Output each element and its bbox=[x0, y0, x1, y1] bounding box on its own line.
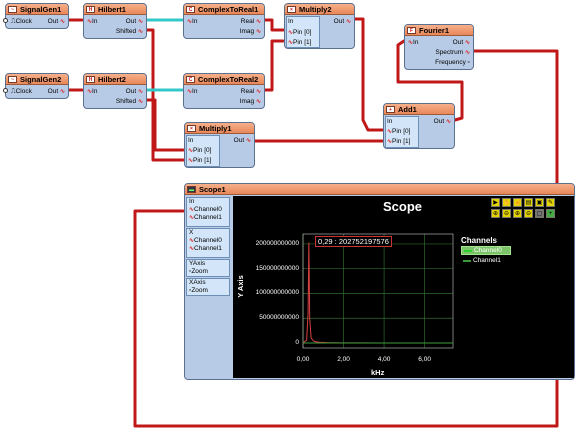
node-title: Add1 bbox=[398, 105, 417, 114]
shifted-label: Shifted ∿ bbox=[115, 98, 143, 105]
signal-icon: ~ bbox=[8, 6, 17, 13]
plot-frame bbox=[302, 233, 454, 349]
xaxis-input-group: XAxis ▫Zoom bbox=[186, 278, 230, 296]
node-title: Scope1 bbox=[199, 185, 226, 194]
pin0-label: ∿Pin [0] bbox=[387, 128, 411, 135]
scope-plot bbox=[302, 233, 454, 349]
in-label: In bbox=[387, 118, 393, 125]
filter-icon: C bbox=[186, 6, 195, 13]
x-tick-label: 6,00 bbox=[418, 356, 431, 363]
pin1-label: ∿Pin [1] bbox=[387, 138, 411, 145]
out-label: Out ∿ bbox=[233, 137, 251, 144]
in-label: ∿In bbox=[87, 88, 98, 95]
in-label: In bbox=[288, 18, 294, 25]
pin1-label: ∿Pin [1] bbox=[188, 157, 212, 164]
out-label: Out ∿ bbox=[125, 88, 143, 95]
yaxis-zoom-pin[interactable]: Zoom bbox=[191, 268, 208, 275]
clock-pin[interactable] bbox=[3, 18, 8, 23]
node-title: Fourier1 bbox=[419, 26, 450, 35]
filter-icon: C bbox=[186, 76, 195, 83]
cursor-readout: 0,29 : 202752197576 bbox=[315, 236, 392, 247]
fft-icon: F bbox=[407, 27, 416, 34]
out-label: Out ∿ bbox=[333, 18, 351, 25]
node-title: Multiply2 bbox=[299, 5, 332, 14]
y-tick-label: 200000000000 bbox=[255, 239, 299, 247]
y-tick-label: 100000000000 bbox=[255, 289, 299, 297]
node-title: Hilbert2 bbox=[98, 75, 126, 84]
x-tick-label: 2,00 bbox=[337, 356, 350, 363]
pin0-label: ∿Pin [0] bbox=[188, 147, 212, 154]
real-label: Real ∿ bbox=[240, 18, 261, 25]
clock-pin[interactable] bbox=[3, 88, 8, 93]
pin1-label: ∿Pin [1] bbox=[288, 39, 312, 46]
yaxis-input-group: YAxis ▫Zoom bbox=[186, 259, 230, 277]
x-channel1-pin[interactable]: Channel1 bbox=[194, 245, 222, 252]
node-title: Hilbert1 bbox=[98, 5, 126, 14]
node-title: SignalGen2 bbox=[20, 75, 62, 84]
channel0-pin[interactable]: Channel0 bbox=[194, 206, 222, 213]
y-tick-label: 0 bbox=[295, 339, 299, 347]
in-label: ∿In bbox=[187, 18, 198, 25]
in-label: In bbox=[188, 137, 194, 144]
hilbert1-node[interactable]: H Hilbert1 ∿In Out ∿ Shifted ∿ bbox=[83, 3, 147, 39]
x-channel0-pin[interactable]: Channel0 bbox=[194, 237, 222, 244]
multiply1-node[interactable]: × Multiply1 In ∿Pin [0] ∿Pin [1] Out ∿ bbox=[184, 122, 255, 168]
y-tick-label: 50000000000 bbox=[259, 314, 299, 322]
series-channel0 bbox=[302, 242, 454, 344]
fourier1-node[interactable]: F Fourier1 ∿In Out ∿ Spectrum ∿ Frequency… bbox=[404, 24, 474, 70]
out-label: Out ∿ bbox=[125, 18, 143, 25]
in-label: ∿In bbox=[187, 88, 198, 95]
signalgen1-node[interactable]: ~ SignalGen1 ⎍Clock Out ∿ bbox=[3, 3, 69, 29]
scope-icon: ▬ bbox=[187, 186, 196, 193]
channel1-pin[interactable]: Channel1 bbox=[194, 214, 222, 221]
channels-input-group: In ∿Channel0 ∿Channel1 bbox=[186, 197, 230, 227]
signal-icon: ~ bbox=[8, 76, 17, 83]
math-icon: × bbox=[287, 6, 296, 13]
imag-label: Imag ∿ bbox=[239, 98, 261, 105]
in-label: ∿In bbox=[408, 39, 419, 46]
clock-label: ⎍Clock bbox=[11, 18, 32, 25]
frequency-label: Frequency ▫ bbox=[435, 59, 470, 66]
math-icon: + bbox=[386, 106, 395, 113]
spectrum-label: Spectrum ∿ bbox=[435, 49, 470, 56]
out-label: Out ∿ bbox=[47, 88, 65, 95]
node-title: ComplexToReal1 bbox=[198, 5, 259, 14]
real-label: Real ∿ bbox=[240, 88, 261, 95]
scope1-node[interactable]: ▬ Scope1 In ∿Channel0 ∿Channel1 X ∿Channe… bbox=[184, 183, 575, 380]
signalgen2-node[interactable]: ~ SignalGen2 ⎍Clock Out ∿ bbox=[3, 73, 69, 99]
filter-icon: H bbox=[86, 6, 95, 13]
node-title: SignalGen1 bbox=[20, 5, 62, 14]
in-label: ∿In bbox=[87, 18, 98, 25]
out-label: Out ∿ bbox=[433, 118, 451, 125]
complextoreal2-node[interactable]: C ComplexToReal2 ∿In Real ∿ Imag ∿ bbox=[183, 73, 265, 109]
scope-display: Scope ▶ ✋ ☝ ▤ ▣ ✎ ⊕ ⊖ ⊕ ⊖ ▢ + Channels C… bbox=[233, 196, 574, 378]
out-label: Out ∿ bbox=[452, 39, 470, 46]
clock-label: ⎍Clock bbox=[11, 88, 32, 95]
node-title: ComplexToReal2 bbox=[198, 75, 259, 84]
node-title: Multiply1 bbox=[199, 124, 232, 133]
filter-icon: H bbox=[86, 76, 95, 83]
x-tick-label: 0,00 bbox=[296, 356, 310, 363]
x-tick-label: 4,00 bbox=[377, 356, 391, 363]
y-tick-label: 150000000000 bbox=[255, 264, 299, 272]
multiply2-node[interactable]: × Multiply2 In ∿Pin [0] ∿Pin [1] Out ∿ bbox=[284, 3, 355, 49]
add1-node[interactable]: + Add1 In ∿Pin [0] ∿Pin [1] Out ∿ bbox=[383, 103, 455, 149]
shifted-label: Shifted ∿ bbox=[115, 28, 143, 35]
imag-label: Imag ∿ bbox=[239, 28, 261, 35]
math-icon: × bbox=[187, 125, 196, 132]
complextoreal1-node[interactable]: C ComplexToReal1 ∿In Real ∿ Imag ∿ bbox=[183, 3, 265, 39]
x-input-group: X ∿Channel0 ∿Channel1 bbox=[186, 228, 230, 258]
xaxis-zoom-pin[interactable]: Zoom bbox=[191, 287, 208, 294]
out-label: Out ∿ bbox=[47, 18, 65, 25]
hilbert2-node[interactable]: H Hilbert2 ∿In Out ∿ Shifted ∿ bbox=[83, 73, 147, 109]
pin0-label: ∿Pin [0] bbox=[288, 29, 312, 36]
